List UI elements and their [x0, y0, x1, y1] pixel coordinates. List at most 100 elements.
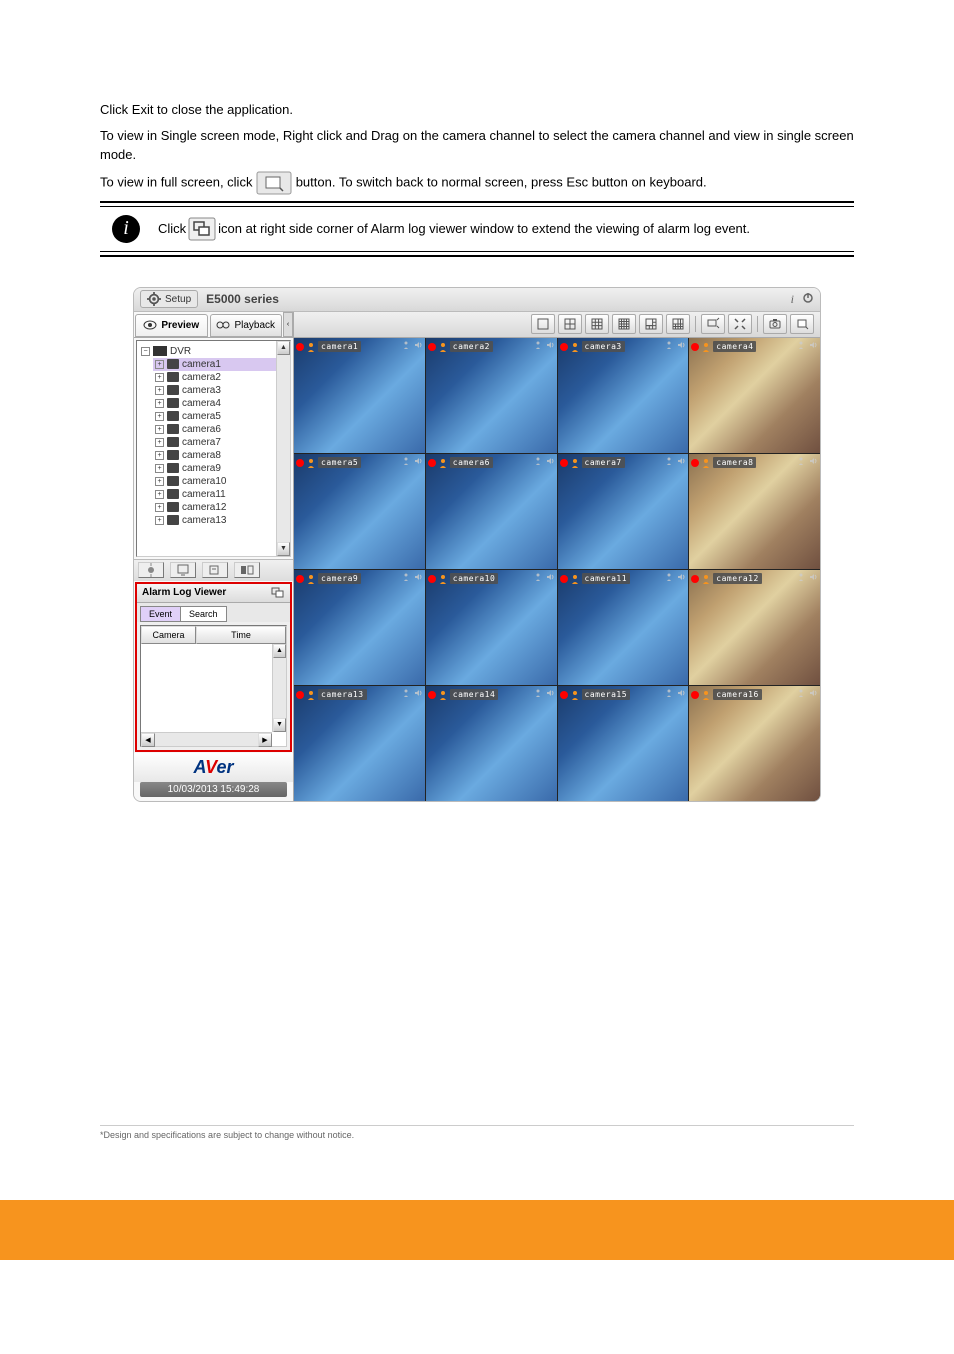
record-dot-icon	[296, 691, 304, 699]
page-footer-bar	[0, 1200, 954, 1260]
tree-item-camera[interactable]: +camera3	[153, 384, 288, 397]
snapshot-button[interactable]	[763, 314, 787, 334]
layout-2x2-button[interactable]	[558, 314, 582, 334]
fullscreen-toolbar-button[interactable]	[790, 314, 814, 334]
tree-item-camera[interactable]: +camera4	[153, 397, 288, 410]
camera-tile[interactable]: camera2	[426, 338, 557, 453]
monitor-tool-icon[interactable]	[170, 562, 196, 578]
tree-root-dvr[interactable]: − DVR	[139, 345, 288, 358]
camera-tile[interactable]: camera12	[689, 570, 820, 685]
camera-tile[interactable]: camera9	[294, 570, 425, 685]
camera-icon	[167, 502, 179, 512]
tree-expand-icon[interactable]: +	[155, 451, 164, 460]
tree-expand-icon[interactable]: +	[155, 464, 164, 473]
motion-icon	[664, 340, 674, 350]
alarm-col-camera[interactable]: Camera	[141, 626, 196, 644]
info-header-icon[interactable]: i	[791, 292, 794, 307]
scroll-down-button[interactable]: ▼	[273, 718, 286, 732]
tree-item-camera[interactable]: +camera9	[153, 462, 288, 475]
tree-expand-icon[interactable]: +	[155, 516, 164, 525]
tree-item-camera[interactable]: +camera8	[153, 449, 288, 462]
tree-item-camera[interactable]: +camera13	[153, 514, 288, 527]
tree-expand-icon[interactable]: +	[155, 360, 164, 369]
document-page: Click Exit to close the application. To …	[0, 0, 954, 1200]
device-tree[interactable]: − DVR +camera1+camera2+camera3+camera4+c…	[136, 340, 291, 557]
camera-tile[interactable]: camera13	[294, 686, 425, 801]
ptz-icon[interactable]	[138, 562, 164, 578]
tree-item-camera[interactable]: +camera11	[153, 488, 288, 501]
tree-item-camera[interactable]: +camera7	[153, 436, 288, 449]
setup-label: Setup	[165, 294, 191, 305]
log-tool-icon[interactable]	[202, 562, 228, 578]
tree-item-camera[interactable]: +camera1	[153, 358, 288, 371]
tree-expand-icon[interactable]: +	[155, 438, 164, 447]
camera-tile[interactable]: camera16	[689, 686, 820, 801]
camera-icon	[167, 450, 179, 460]
tree-expand-icon[interactable]: +	[155, 490, 164, 499]
tree-item-camera[interactable]: +camera6	[153, 423, 288, 436]
tree-item-label: camera10	[182, 476, 226, 487]
camera-label: camera1	[318, 341, 361, 352]
tree-expand-icon[interactable]: +	[155, 412, 164, 421]
tree-collapse-icon[interactable]: −	[141, 347, 150, 356]
tab-playback[interactable]: Playback	[210, 314, 283, 337]
toolbar-separator	[757, 316, 758, 332]
tree-item-camera[interactable]: + camera10	[153, 475, 288, 488]
motion-icon	[533, 688, 543, 698]
layout-1x1-button[interactable]	[531, 314, 555, 334]
alarm-col-time[interactable]: Time	[196, 626, 286, 644]
tree-expand-icon[interactable]: +	[155, 373, 164, 382]
tree-item-camera[interactable]: +camera2	[153, 371, 288, 384]
layout-4x4-button[interactable]	[612, 314, 636, 334]
camera-tile[interactable]: camera8	[689, 454, 820, 569]
camera-tile[interactable]: camera11	[558, 570, 689, 685]
alarm-tab-event[interactable]: Event	[140, 606, 181, 622]
tree-expand-icon[interactable]: +	[155, 386, 164, 395]
person-icon	[438, 574, 448, 584]
camera-tile[interactable]: camera10	[426, 570, 557, 685]
alarm-hscroll[interactable]: ◀ ▶	[141, 732, 272, 746]
audio-icon	[676, 688, 686, 698]
scroll-up-button[interactable]: ▲	[273, 644, 286, 658]
emap-tool-icon[interactable]	[234, 562, 260, 578]
tree-expand-icon[interactable]: +	[155, 425, 164, 434]
scroll-down-button[interactable]: ▼	[277, 542, 290, 556]
audio-icon	[808, 688, 818, 698]
audio-icon	[413, 456, 423, 466]
camera-tile[interactable]: camera14	[426, 686, 557, 801]
layout-1plus7-button[interactable]	[666, 314, 690, 334]
scroll-left-button[interactable]: ◀	[141, 733, 155, 747]
autoscan-button[interactable]	[701, 314, 725, 334]
scroll-right-button[interactable]: ▶	[258, 733, 272, 747]
collapse-sidebar-button[interactable]: ‹	[283, 312, 293, 337]
camera-tile[interactable]: camera1	[294, 338, 425, 453]
alarm-tab-search[interactable]: Search	[180, 606, 227, 622]
tree-expand-icon[interactable]: +	[155, 477, 164, 486]
tree-scrollbar[interactable]: ▲ ▼	[276, 341, 290, 556]
extend-window-icon	[188, 217, 216, 241]
camera-tile[interactable]: camera3	[558, 338, 689, 453]
tab-preview[interactable]: Preview	[135, 314, 208, 337]
setup-button[interactable]: Setup	[140, 290, 198, 308]
scroll-up-button[interactable]: ▲	[277, 341, 290, 355]
layout-3x3-button[interactable]	[585, 314, 609, 334]
logo: AVer	[134, 753, 293, 782]
tree-item-camera[interactable]: +camera5	[153, 410, 288, 423]
power-icon[interactable]	[802, 292, 814, 307]
camera-tile[interactable]: camera15	[558, 686, 689, 801]
audio-icon	[413, 688, 423, 698]
extend-panel-icon[interactable]	[271, 587, 285, 599]
camera-tile[interactable]: camera4	[689, 338, 820, 453]
person-icon	[701, 574, 711, 584]
tree-root-label: DVR	[170, 346, 191, 357]
tree-expand-icon[interactable]: +	[155, 503, 164, 512]
camera-tile[interactable]: camera7	[558, 454, 689, 569]
camera-tile[interactable]: camera5	[294, 454, 425, 569]
layout-1plus5-button[interactable]	[639, 314, 663, 334]
tree-expand-icon[interactable]: +	[155, 399, 164, 408]
tree-item-camera[interactable]: +camera12	[153, 501, 288, 514]
camera-icon	[167, 385, 179, 395]
expand-button[interactable]	[728, 314, 752, 334]
alarm-vscroll[interactable]: ▲ ▼	[272, 644, 286, 732]
camera-tile[interactable]: camera6	[426, 454, 557, 569]
